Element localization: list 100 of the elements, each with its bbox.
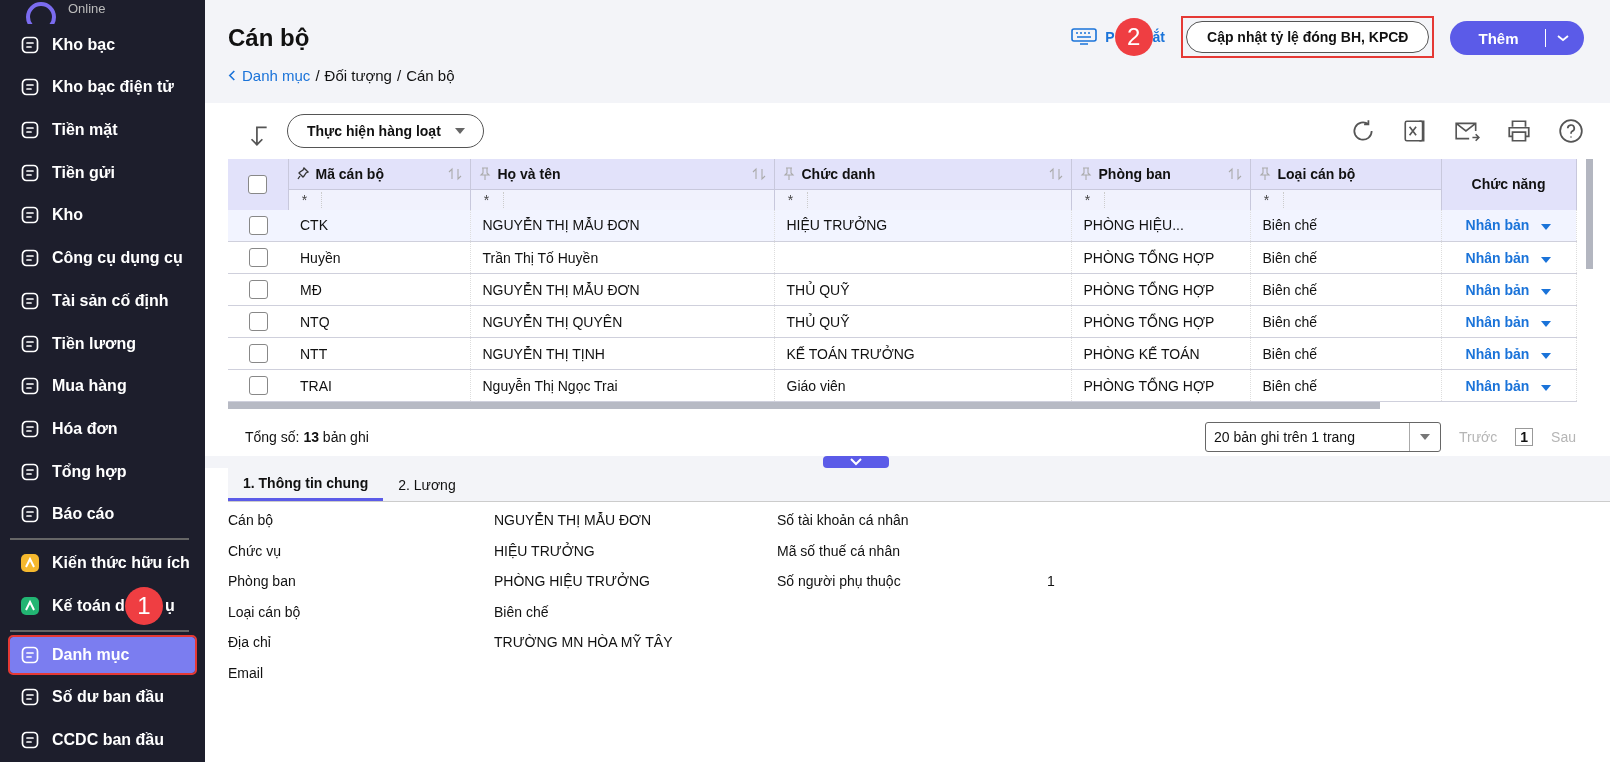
sidebar-item[interactable]: Tài sản cố định (10, 283, 195, 319)
table-cell: NTT (300, 345, 328, 362)
duplicate-link[interactable]: Nhân bản (1465, 249, 1530, 266)
sidebar-item[interactable]: Báo cáo (10, 496, 195, 533)
duplicate-link[interactable]: Nhân bản (1465, 377, 1530, 394)
column-header[interactable]: Chức năng (1441, 159, 1576, 210)
field-value: NGUYỄN THỊ MẪU ĐƠN (494, 512, 652, 530)
row-checkbox[interactable] (248, 312, 268, 331)
table-cell: CTK (300, 217, 328, 234)
menu-item-icon (20, 687, 40, 708)
column-header[interactable]: Mã cán bộ (288, 159, 470, 189)
table-cell: HIỆU TRƯỞNG (786, 217, 888, 234)
horizontal-scrollbar[interactable] (228, 402, 1380, 409)
sidebar-item[interactable]: Tiền mặt (10, 112, 195, 148)
menu-item-icon (20, 504, 40, 525)
row-checkbox[interactable] (248, 376, 268, 395)
field-label: Số người phụ thuộc (777, 573, 902, 591)
row-checkbox[interactable] (248, 280, 268, 299)
sidebar-item[interactable]: Hóa đơn (10, 411, 195, 447)
dropdown-caret-icon[interactable] (1541, 352, 1552, 359)
field-label: Cán bộ (228, 512, 275, 530)
detail-tab[interactable]: 2. Lương (383, 468, 471, 501)
duplicate-link[interactable]: Nhân bản (1465, 313, 1530, 330)
update-rate-button[interactable]: Cập nhật tỷ lệ đóng BH, KPCĐ (1186, 21, 1430, 53)
menu-item-icon (20, 290, 40, 311)
batch-action-dropdown[interactable]: Thực hiện hàng loạt (287, 114, 484, 148)
page-title: Cán bộ (228, 24, 311, 52)
field-label: Phòng ban (228, 573, 297, 591)
dropdown-caret-icon[interactable] (1541, 320, 1552, 327)
breadcrumb-item[interactable]: Danh mục (242, 67, 311, 84)
sidebar-item-text[interactable]: ụ (164, 596, 175, 615)
table-cell: PHÒNG HIỆU... (1083, 217, 1184, 234)
collapse-handle[interactable] (823, 456, 889, 468)
dropdown-caret-icon[interactable] (1541, 288, 1552, 295)
row-checkbox[interactable] (248, 248, 268, 267)
step-badge: 2 (1114, 18, 1153, 56)
sidebar-item[interactable]: Kho bạc (10, 26, 195, 63)
sidebar-item[interactable]: Tiền lương (10, 325, 195, 362)
table-cell: PHÒNG TỔNG HỢP (1083, 249, 1215, 266)
field-label: Email (228, 664, 264, 683)
filter-operator[interactable]: * (1071, 191, 1105, 208)
table-row[interactable]: NTT NGUYỄN THỊ TỊNH KẾ TOÁN TRƯỞNG PHÒNG KẾ TOÁN Biên chế Nhân bản (228, 337, 1576, 370)
sidebar-item[interactable]: Kế toán d 1 ụ (10, 587, 195, 624)
dropdown-caret-icon[interactable] (1541, 224, 1552, 231)
table-cell: KẾ TOÁN TRƯỞNG (786, 345, 915, 362)
menu-item-icon (20, 34, 40, 55)
field-value: PHÒNG HIỆU TRƯỞNG (494, 573, 650, 591)
row-checkbox[interactable] (248, 344, 268, 363)
select-all-checkbox[interactable] (248, 174, 268, 194)
row-checkbox[interactable] (248, 215, 268, 235)
menu-item-icon (20, 730, 40, 751)
table-cell: Biên chế (1262, 345, 1317, 362)
menu-item-icon (20, 644, 40, 665)
caret-icon[interactable] (454, 128, 465, 134)
print-icon[interactable] (1506, 118, 1532, 144)
duplicate-link[interactable]: Nhân bản (1465, 281, 1530, 298)
filter-operator[interactable]: * (1250, 191, 1284, 208)
shortcut-link[interactable]: ắt (1152, 29, 1166, 45)
field-value: TRƯỜNG MN HÒA MỸ TÂY (494, 634, 673, 652)
table-cell: PHÒNG TỔNG HỢP (1083, 377, 1215, 394)
field-label: Địa chỉ (228, 634, 272, 652)
table-cell: MĐ (300, 281, 322, 298)
sidebar-item[interactable]: Kiến thức hữu ích (10, 545, 195, 581)
filter-operator[interactable]: * (288, 191, 322, 208)
sidebar-item[interactable]: Tiền gửi (10, 154, 195, 191)
pinned-icon[interactable] (296, 166, 309, 181)
filter-operator[interactable]: * (470, 191, 504, 208)
table-cell: NGUYỄN THỊ TỊNH (482, 345, 605, 362)
breadcrumb-item: Cán bộ (406, 67, 455, 84)
help-icon[interactable] (1558, 118, 1584, 144)
menu-item-icon (20, 376, 40, 397)
dropdown-caret-icon[interactable] (1541, 256, 1552, 263)
detail-tab[interactable]: 1. Thông tin chung (228, 468, 384, 501)
page-number[interactable]: 1 (1515, 428, 1534, 446)
sidebar-item[interactable]: Số dư ban đầu (10, 679, 195, 716)
table-row[interactable]: TRAI Nguyễn Thị Ngọc Trai Giáo viên PHÒNG TỔNG HỢP Biên chế Nhân bản (228, 369, 1576, 402)
menu-item-icon (20, 120, 40, 141)
brand-text: Online (68, 1, 106, 16)
dropdown-caret-icon[interactable] (1541, 384, 1552, 391)
shortcut-link[interactable]: P (1105, 29, 1115, 45)
sidebar-item[interactable]: Công cụ dụng cụ (10, 240, 195, 276)
chevron-down-icon[interactable] (1556, 33, 1570, 43)
table-cell: NGUYỄN THỊ MẪU ĐƠN (482, 217, 640, 234)
table-row[interactable]: CTK NGUYỄN THỊ MẪU ĐƠN HIỆU TRƯỞNG PHÒNG HIỆU... Biên chế Nhân bản (228, 209, 1576, 242)
duplicate-link[interactable]: Nhân bản (1465, 345, 1530, 362)
sidebar-item[interactable]: Tổng hợp (10, 453, 195, 490)
table-cell: Biên chế (1262, 217, 1317, 234)
table-row[interactable]: MĐ NGUYỄN THỊ MẪU ĐƠN THỦ QUỸ PHÒNG TỔNG HỢP Biên chế Nhân bản (228, 273, 1576, 306)
table-row[interactable]: Huyền Trần Thị Tố Huyền PHÒNG TỔNG HỢP Biên chế Nhân bản (228, 241, 1576, 274)
page-size-select[interactable]: 20 bản ghi trên 1 trang (1205, 422, 1442, 452)
column-header[interactable]: Loại cán bộ (1250, 159, 1441, 189)
sidebar-item[interactable]: Mua hàng (10, 368, 195, 405)
sidebar-item[interactable]: CCDC ban đầu (10, 722, 195, 758)
keyboard-icon[interactable] (1071, 28, 1098, 46)
sidebar-item[interactable]: Kho bạc điện tử (10, 69, 195, 106)
table-row[interactable]: NTQ NGUYỄN THỊ QUYÊN THỦ QUỸ PHÒNG TỔNG HỢP Biên chế Nhân bản (228, 305, 1576, 338)
sidebar-item[interactable]: Kho (10, 197, 195, 234)
caret-icon[interactable] (1420, 434, 1431, 440)
vertical-scrollbar[interactable] (1586, 159, 1593, 269)
filter-operator[interactable]: * (774, 191, 808, 208)
